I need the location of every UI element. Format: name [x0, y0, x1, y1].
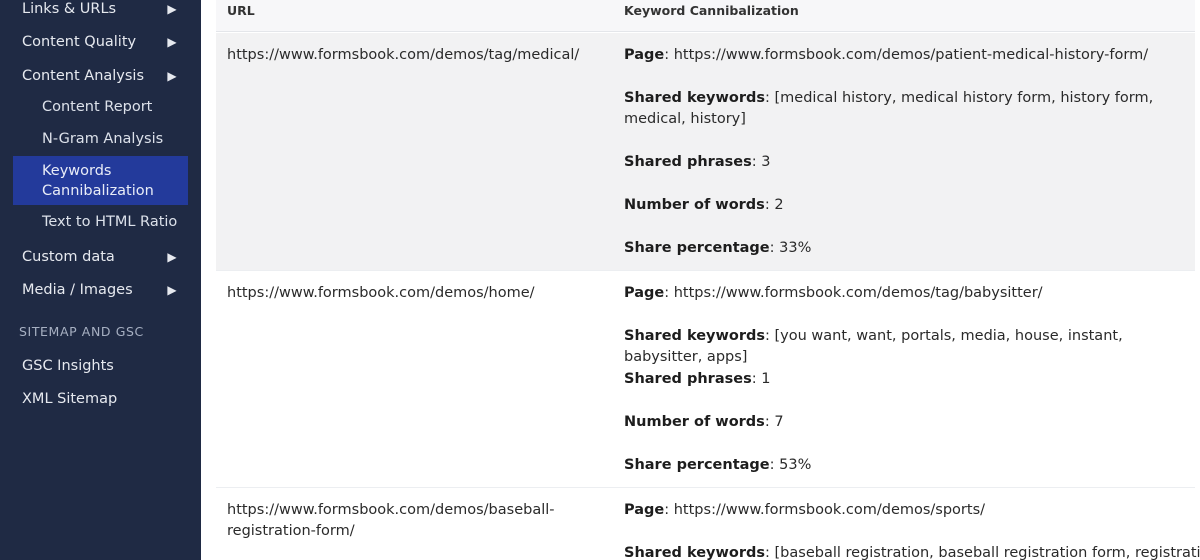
field-value: : [baseball registration, baseball regis…	[765, 545, 1200, 560]
chevron-right-icon: ▶	[167, 69, 177, 83]
field-label: Page	[624, 285, 665, 301]
field-value: : https://www.formsbook.com/demos/tag/ba…	[664, 285, 1043, 301]
table-row: https://www.formsbook.com/demos/baseball…	[216, 488, 1200, 560]
field-label: Number of words	[624, 197, 765, 213]
sidebar-item-label: XML Sitemap	[22, 391, 118, 407]
sidebar-item-label: Content Analysis	[22, 68, 145, 84]
sidebar-item-label: Links & URLs	[22, 1, 117, 17]
url-cell[interactable]: https://www.formsbook.com/demos/home/	[227, 283, 557, 304]
sidebar-subitem-label: Keywords Cannibalization	[42, 162, 154, 199]
sidebar-item-label: Custom data	[22, 249, 115, 265]
sidebar-subitem-label: Text to HTML Ratio	[42, 214, 178, 230]
field-label: Share percentage	[624, 240, 770, 256]
field-value: : 33%	[769, 240, 812, 256]
chevron-right-icon: ▶	[167, 250, 177, 264]
field-label: Shared keywords	[624, 545, 766, 560]
field-label: Shared keywords	[624, 328, 766, 344]
field-value: : 53%	[769, 457, 812, 473]
field-label: Page	[624, 502, 665, 518]
shared-keywords-field: Shared keywords: [baseball registration,…	[624, 543, 1200, 560]
sidebar-item-xml-sitemap[interactable]: XML Sitemap	[0, 383, 201, 415]
sidebar-item-label: Media / Images	[22, 282, 133, 298]
sidebar-subitem-text-to-html-ratio[interactable]: Text to HTML Ratio	[13, 211, 188, 233]
number-of-words-field: Number of words: 7	[624, 412, 1184, 433]
field-label: Page	[624, 47, 665, 63]
sidebar-item-custom-data[interactable]: Custom data ▶	[0, 241, 201, 273]
table-row: https://www.formsbook.com/demos/tag/medi…	[216, 33, 1195, 271]
chevron-right-icon: ▶	[167, 35, 177, 49]
sidebar-subitem-label: Content Report	[42, 99, 153, 115]
sidebar-subitem-label: N-Gram Analysis	[42, 131, 164, 147]
url-cell[interactable]: https://www.formsbook.com/demos/baseball…	[227, 500, 555, 542]
field-value: : https://www.formsbook.com/demos/sports…	[664, 502, 986, 518]
shared-keywords-field: Shared keywords: [you want, want, portal…	[624, 326, 1184, 368]
sidebar: Links & URLs ▶ Content Quality ▶ Content…	[0, 0, 201, 560]
share-percentage-field: Share percentage: 33%	[624, 238, 1184, 259]
sidebar-item-label: GSC Insights	[22, 358, 114, 374]
field-value: : 3	[751, 154, 771, 170]
sidebar-item-media-images[interactable]: Media / Images ▶	[0, 274, 201, 306]
page-field: Page: https://www.formsbook.com/demos/pa…	[624, 45, 1184, 66]
url-cell[interactable]: https://www.formsbook.com/demos/tag/medi…	[227, 45, 579, 66]
column-header-keyword-cannibalization[interactable]: Keyword Cannibalization	[624, 3, 799, 18]
sidebar-section-heading: SITEMAP AND GSC	[19, 324, 144, 339]
field-value: : 1	[751, 371, 771, 387]
chevron-right-icon: ▶	[167, 283, 177, 297]
main-content: URL Keyword Cannibalization https://www.…	[201, 0, 1200, 560]
page-field: Page: https://www.formsbook.com/demos/sp…	[624, 500, 1184, 521]
page-field: Page: https://www.formsbook.com/demos/ta…	[624, 283, 1184, 304]
table-row: https://www.formsbook.com/demos/home/ Pa…	[216, 271, 1195, 488]
share-percentage-field: Share percentage: 53%	[624, 455, 1184, 476]
table-header: URL Keyword Cannibalization	[216, 0, 1195, 32]
sidebar-item-links-urls[interactable]: Links & URLs ▶	[0, 0, 201, 25]
field-label: Shared phrases	[624, 371, 752, 387]
shared-phrases-field: Shared phrases: 1	[624, 369, 1184, 390]
column-header-url[interactable]: URL	[227, 3, 255, 18]
sidebar-item-label: Content Quality	[22, 34, 137, 50]
field-label: Number of words	[624, 414, 765, 430]
field-label: Share percentage	[624, 457, 770, 473]
sidebar-subitem-content-report[interactable]: Content Report	[13, 96, 188, 118]
shared-keywords-field: Shared keywords: [medical history, medic…	[624, 88, 1184, 130]
field-value: : 7	[764, 414, 784, 430]
number-of-words-field: Number of words: 2	[624, 195, 1184, 216]
sidebar-subitem-ngram-analysis[interactable]: N-Gram Analysis	[13, 128, 188, 150]
shared-phrases-field: Shared phrases: 3	[624, 152, 1184, 173]
sidebar-item-content-quality[interactable]: Content Quality ▶	[0, 26, 201, 58]
sidebar-subitem-keywords-cannibalization[interactable]: Keywords Cannibalization	[13, 156, 188, 205]
field-label: Shared phrases	[624, 154, 752, 170]
chevron-right-icon: ▶	[167, 2, 177, 16]
sidebar-item-content-analysis[interactable]: Content Analysis ▶	[0, 60, 201, 92]
field-value: : https://www.formsbook.com/demos/patien…	[664, 47, 1149, 63]
field-value: : 2	[764, 197, 784, 213]
field-label: Shared keywords	[624, 90, 766, 106]
sidebar-item-gsc-insights[interactable]: GSC Insights	[0, 350, 201, 382]
